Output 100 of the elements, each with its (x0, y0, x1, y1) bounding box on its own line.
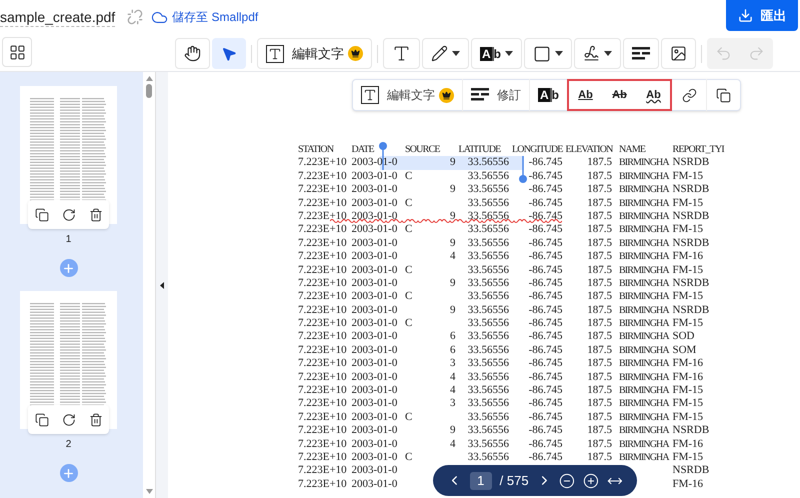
column-header: ELEVATION (566, 143, 614, 156)
table-cell: -86.745 (528, 330, 562, 344)
table-cell: FM-15 (672, 397, 704, 411)
table-cell: 187.5 (587, 156, 612, 170)
table-cell: FM-15 (672, 264, 704, 277)
table-cell: 187.5 (587, 410, 612, 424)
text-tool-button[interactable]: Ab (602, 79, 638, 111)
text-tool-button[interactable]: 修訂 (462, 79, 529, 111)
delete-icon[interactable] (88, 208, 102, 222)
table-cell: NSRDB (672, 424, 710, 438)
table-cell: -86.745 (528, 236, 562, 250)
table-cell-text: 7.223E+10 (298, 478, 348, 492)
zoom-in-icon[interactable] (583, 472, 600, 488)
table-cell-text: 4 (450, 384, 456, 398)
scroll-down-icon[interactable] (146, 489, 152, 494)
page-grid-button[interactable] (2, 37, 32, 67)
scroll-up-icon[interactable] (146, 76, 152, 81)
duplicate-icon[interactable] (34, 412, 48, 426)
collapse-sidebar-icon[interactable] (160, 282, 164, 288)
table-cell: BIRMINGHA (619, 210, 669, 222)
table-cell-text: 7.223E+10 (298, 183, 348, 197)
scroll-thumb[interactable] (146, 84, 152, 98)
page-input[interactable]: 1 (470, 472, 492, 490)
table-cell-text: 4 (450, 438, 456, 451)
table-cell-text: 9 (450, 210, 456, 224)
signature-icon (583, 45, 600, 62)
table-cell-text: 2003-01-0 (352, 410, 398, 424)
export-button[interactable]: 匯出 (726, 0, 798, 31)
table-cell: 33.56556 (468, 183, 509, 197)
table-cell: BIRMINGHA (619, 304, 669, 316)
tool-button[interactable] (623, 38, 660, 69)
tool-button[interactable] (574, 38, 622, 69)
table-cell: C (405, 317, 412, 330)
download-icon (738, 8, 752, 23)
table-cell-text: 9 (450, 183, 456, 197)
table-cell: BIRMINGHA (619, 264, 669, 276)
text-frame-icon (266, 44, 284, 62)
table-cell-text: 7.223E+10 (298, 317, 348, 330)
table-cell: 33.56556 (468, 370, 509, 384)
table-cell: FM-16 (672, 438, 704, 451)
save-link[interactable]: 儲存至 Smallpdf (151, 8, 258, 26)
table-cell: 33.56556 (468, 397, 509, 411)
table-cell-text: 6 (450, 330, 456, 344)
text-tool-button[interactable]: Ab (637, 79, 672, 111)
table-cell-text: 2003-01-0 (352, 424, 398, 438)
hand-icon (184, 45, 201, 62)
column-header: STATION (298, 143, 335, 156)
tool-button[interactable] (524, 38, 572, 69)
table-cell: BIRMINGHA (619, 251, 669, 262)
table-cell: -86.745 (528, 304, 562, 318)
tool-button[interactable] (175, 38, 210, 69)
table-cell: BIRMINGHA (619, 170, 669, 182)
table-cell-text: 7.223E+10 (298, 276, 348, 290)
table-cell-text: 7.223E+10 (298, 236, 348, 250)
duplicate-icon[interactable] (34, 208, 48, 222)
tool-button[interactable] (422, 38, 469, 69)
selection-end-handle[interactable] (519, 156, 527, 184)
tool-button[interactable] (383, 38, 420, 69)
table-cell: 187.5 (587, 236, 612, 250)
table-cell: NSRDB (672, 276, 710, 290)
table-cell-text: 4 (450, 370, 456, 384)
table-cell: 33.56556 (468, 384, 509, 398)
pointer-icon (221, 46, 237, 62)
delete-icon[interactable] (88, 412, 102, 426)
text-frame-icon (361, 86, 379, 104)
tool-button[interactable] (661, 38, 696, 69)
table-cell-text: 2003-01-0 (352, 236, 398, 250)
column-header: REPORT_TYI (672, 143, 724, 156)
table-cell-text: 7.223E+10 (298, 357, 348, 371)
table-cell: 187.5 (587, 223, 612, 237)
table-cell-text: 2003-01-0 (352, 264, 398, 277)
table-cell-text: 9 (450, 236, 456, 250)
file-name[interactable]: sample_create.pdf (0, 8, 116, 26)
table-cell: C (405, 290, 412, 304)
table-cell: 33.56556 (468, 264, 509, 277)
table-cell: 187.5 (587, 196, 612, 210)
table-cell: -86.745 (528, 370, 562, 384)
table-cell-text: 4 (450, 250, 456, 264)
table-cell-text: 2003-01-0 (352, 290, 398, 304)
table-cell: BIRMINGHA (619, 358, 669, 370)
table-cell-text: 3 (450, 357, 456, 371)
tool-button[interactable]: 編輯文字 (257, 38, 372, 69)
table-cell: -86.745 (528, 196, 562, 210)
table-cell-text: 7.223E+10 (298, 264, 348, 277)
table-cell-text: 3 (450, 397, 456, 411)
table-cell: 187.5 (587, 357, 612, 371)
table-cell-text: 9 (450, 156, 456, 170)
table-cell: NSRDB (672, 156, 710, 170)
rotate-icon[interactable] (62, 208, 76, 222)
zoom-out-icon[interactable] (559, 472, 576, 488)
table-cell: 33.56556 (468, 210, 509, 224)
text-tool-button[interactable]: Ab (567, 79, 602, 111)
table-cell: 187.5 (587, 424, 612, 438)
text-tool-button[interactable]: 編輯文字 (353, 79, 462, 111)
table-cell-text: 7.223E+10 (298, 450, 348, 464)
table-cell: BIRMINGHA (619, 438, 669, 450)
rotate-icon[interactable] (62, 412, 76, 426)
table-cell: 187.5 (587, 276, 612, 290)
table-cell-text: 7.223E+10 (298, 344, 348, 358)
table-cell-text: 7.223E+10 (298, 156, 348, 170)
